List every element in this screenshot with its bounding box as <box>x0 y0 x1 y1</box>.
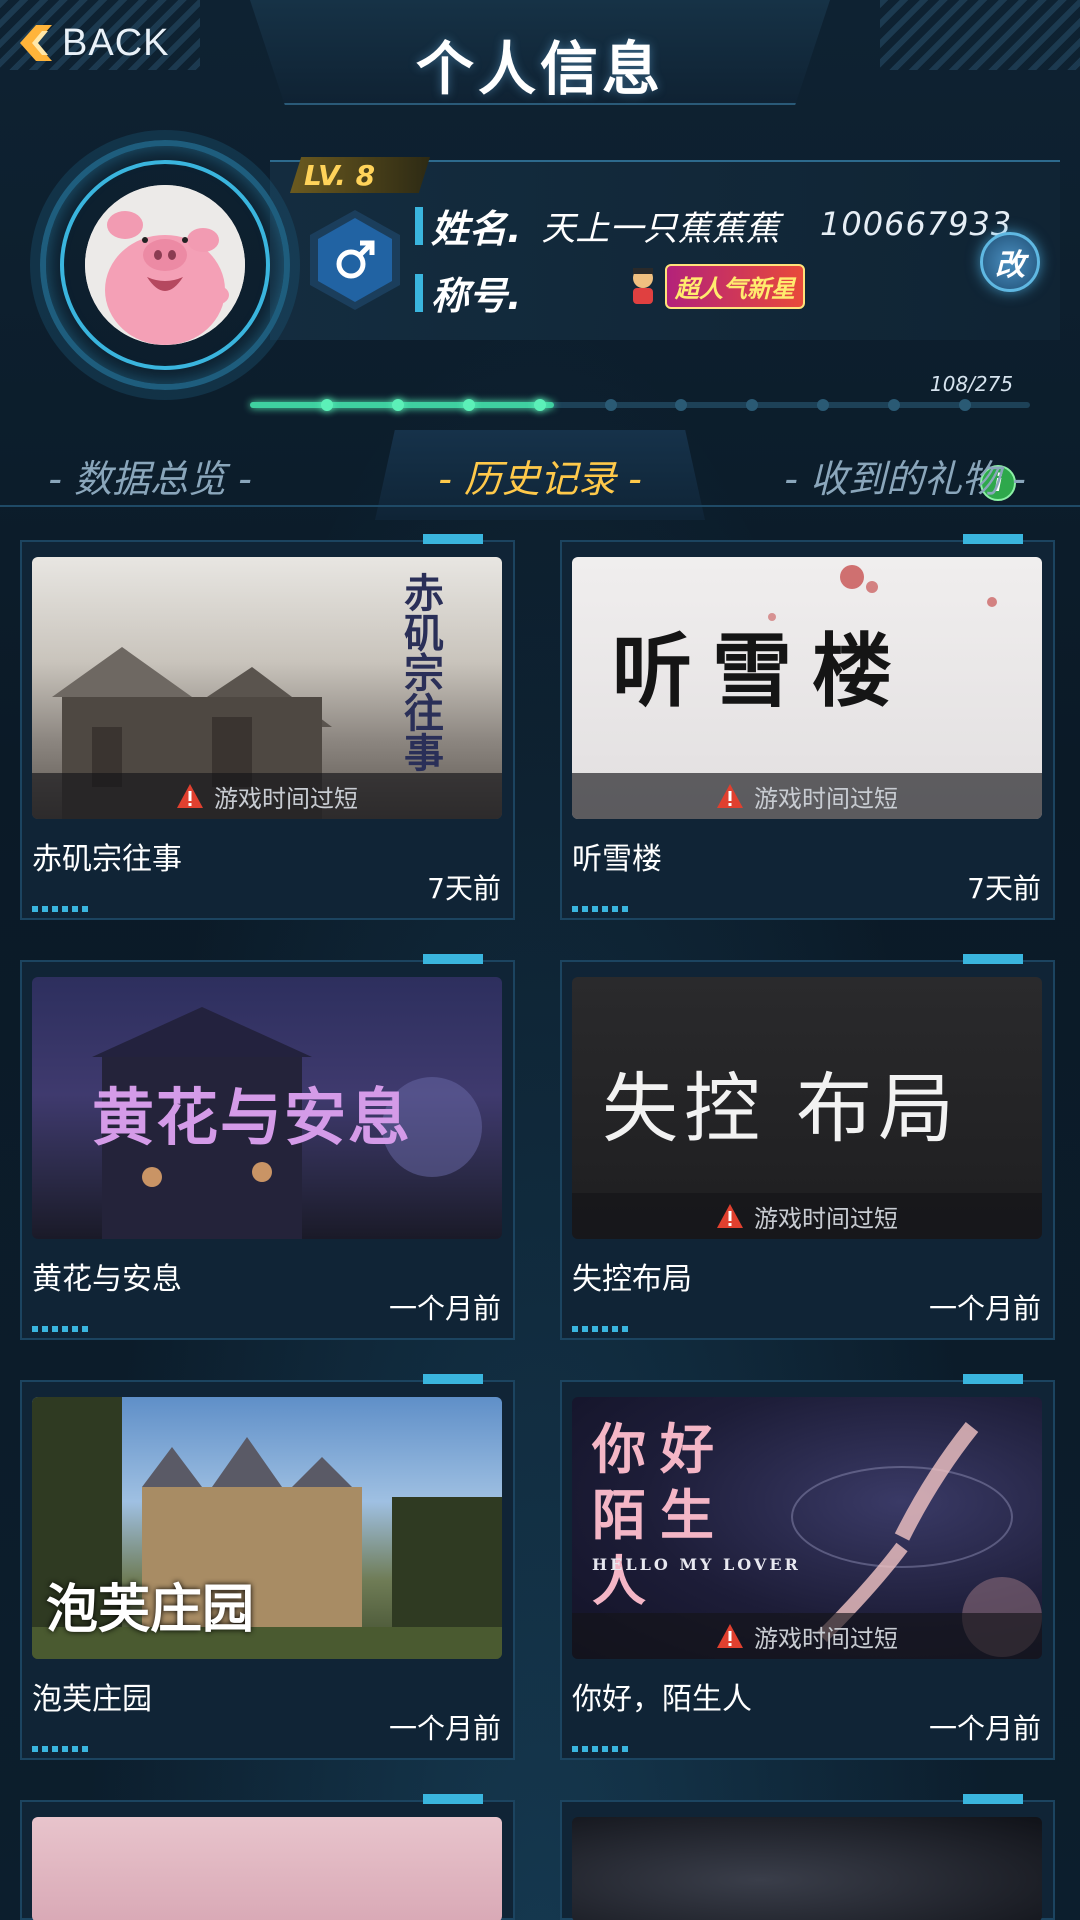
card-accent <box>423 1374 483 1384</box>
warning-bar: 游戏时间过短 <box>572 1193 1042 1239</box>
xp-text: 108/275 <box>930 372 1014 396</box>
history-card[interactable] <box>20 1794 515 1920</box>
warning-bar: 游戏时间过短 <box>572 1613 1042 1659</box>
played-time: 一个月前 <box>388 1292 501 1325</box>
card-accent <box>963 1794 1023 1804</box>
title-row: 称号. <box>415 265 521 320</box>
game-cover: 泡芙庄园 <box>32 1397 502 1659</box>
level-badge: LV. 8 <box>290 157 430 193</box>
game-cover <box>32 1817 502 1920</box>
character-icon <box>633 268 653 304</box>
warning-text: 游戏时间过短 <box>754 1204 898 1233</box>
xp-marker <box>888 399 901 411</box>
xp-marker <box>675 399 688 411</box>
warning-bar: 游戏时间过短 <box>32 773 502 819</box>
cover-subtitle: HELLO MY LOVER <box>592 1555 801 1574</box>
card-foot-decoration <box>572 1326 632 1332</box>
played-time: 7天前 <box>967 872 1041 905</box>
played-time: 一个月前 <box>388 1712 501 1745</box>
cover-title: 你好 陌生人 <box>592 1418 728 1613</box>
history-card[interactable]: 你好 陌生人 HELLO MY LOVER 游戏时间过短 你好，陌生人 一个月前 <box>560 1374 1055 1760</box>
game-cover: 听雪楼 游戏时间过短 <box>572 557 1042 819</box>
cover-title: 泡芙庄园 <box>46 1580 255 1640</box>
xp-marker <box>746 399 759 411</box>
history-card[interactable]: 黄花与安息 黄花与安息 一个月前 <box>20 954 515 1340</box>
history-card[interactable]: 听雪楼 游戏时间过短 听雪楼 7天前 <box>560 534 1055 920</box>
warning-text: 游戏时间过短 <box>214 784 358 813</box>
name-value: 天上一只蕉蕉蕉 <box>541 209 780 249</box>
card-accent <box>963 1374 1023 1384</box>
warning-bar: 游戏时间过短 <box>572 773 1042 819</box>
game-cover: 你好 陌生人 HELLO MY LOVER 游戏时间过短 <box>572 1397 1042 1659</box>
tab-divider <box>0 505 1080 507</box>
tab-data-overview[interactable]: - 数据总览 - <box>30 435 270 515</box>
name-label: 姓名. <box>431 207 522 251</box>
xp-marker <box>817 399 830 411</box>
warning-icon <box>717 1204 743 1228</box>
card-accent <box>963 954 1023 964</box>
game-name: 赤矶宗往事 <box>32 842 182 877</box>
warning-text: 游戏时间过短 <box>754 784 898 813</box>
game-name: 黄花与安息 <box>32 1262 182 1297</box>
edit-button[interactable]: 改 <box>980 232 1040 292</box>
card-foot-decoration <box>32 906 92 912</box>
game-cover <box>572 1817 1042 1920</box>
card-accent <box>423 954 483 964</box>
history-card[interactable]: 泡芙庄园 泡芙庄园 一个月前 <box>20 1374 515 1760</box>
played-time: 一个月前 <box>928 1712 1041 1745</box>
title-row-marker <box>415 273 423 312</box>
pig-avatar-image <box>85 185 245 345</box>
title-badge[interactable]: 超人气新星 <box>625 260 825 312</box>
played-time: 一个月前 <box>928 1292 1041 1325</box>
page-title: 个人信息 <box>415 35 664 103</box>
profile-card: LV. 8 姓名. 天上一只蕉蕉蕉 100667933 称号. 超人气新星 改 … <box>40 120 1060 501</box>
xp-marker <box>462 399 475 411</box>
game-cover: 黄花与安息 <box>32 977 502 1239</box>
name-row-marker <box>415 206 423 245</box>
played-time: 7天前 <box>427 872 501 905</box>
game-name: 失控布局 <box>572 1262 692 1297</box>
cover-title: 黄花与安息 <box>92 1081 413 1154</box>
xp-marker <box>604 399 617 411</box>
avatar[interactable] <box>85 185 245 345</box>
xp-marker <box>391 399 404 411</box>
xp-markers <box>250 395 1030 415</box>
card-foot-decoration <box>572 906 632 912</box>
header: BACK 个人信息 <box>0 0 1080 110</box>
game-cover: 失控 布局 游戏时间过短 <box>572 977 1042 1239</box>
cover-title: 赤矶宗往事 <box>397 572 443 772</box>
history-card[interactable] <box>560 1794 1055 1920</box>
warning-icon <box>717 784 743 808</box>
card-accent <box>963 534 1023 544</box>
history-card[interactable]: 失控 布局 游戏时间过短 失控布局 一个月前 <box>560 954 1055 1340</box>
user-id: 100667933 <box>820 205 1013 243</box>
card-accent <box>423 1794 483 1804</box>
warning-icon <box>177 784 203 808</box>
tab-gifts-received[interactable]: - 收到的礼物 - <box>770 435 1040 515</box>
male-icon <box>336 240 375 279</box>
xp-marker <box>533 399 546 411</box>
xp-marker <box>959 399 972 411</box>
game-name: 泡芙庄园 <box>32 1682 152 1717</box>
card-foot-decoration <box>32 1746 92 1752</box>
title-label: 称号. <box>431 274 522 318</box>
game-name: 你好，陌生人 <box>572 1682 752 1717</box>
card-foot-decoration <box>572 1746 632 1752</box>
warning-text: 游戏时间过短 <box>754 1624 898 1653</box>
warning-icon <box>717 1624 743 1648</box>
history-card[interactable]: 赤矶宗往事 游戏时间过短 赤矶宗往事 7天前 <box>20 534 515 920</box>
cover-title: 失控 布局 <box>602 1064 961 1153</box>
xp-marker <box>320 399 333 411</box>
title-badge-text: 超人气新星 <box>665 263 805 309</box>
game-cover: 赤矶宗往事 游戏时间过短 <box>32 557 502 819</box>
game-name: 听雪楼 <box>572 842 662 877</box>
card-accent <box>423 534 483 544</box>
name-row: 姓名. 天上一只蕉蕉蕉 <box>415 198 779 253</box>
card-foot-decoration <box>32 1326 92 1332</box>
